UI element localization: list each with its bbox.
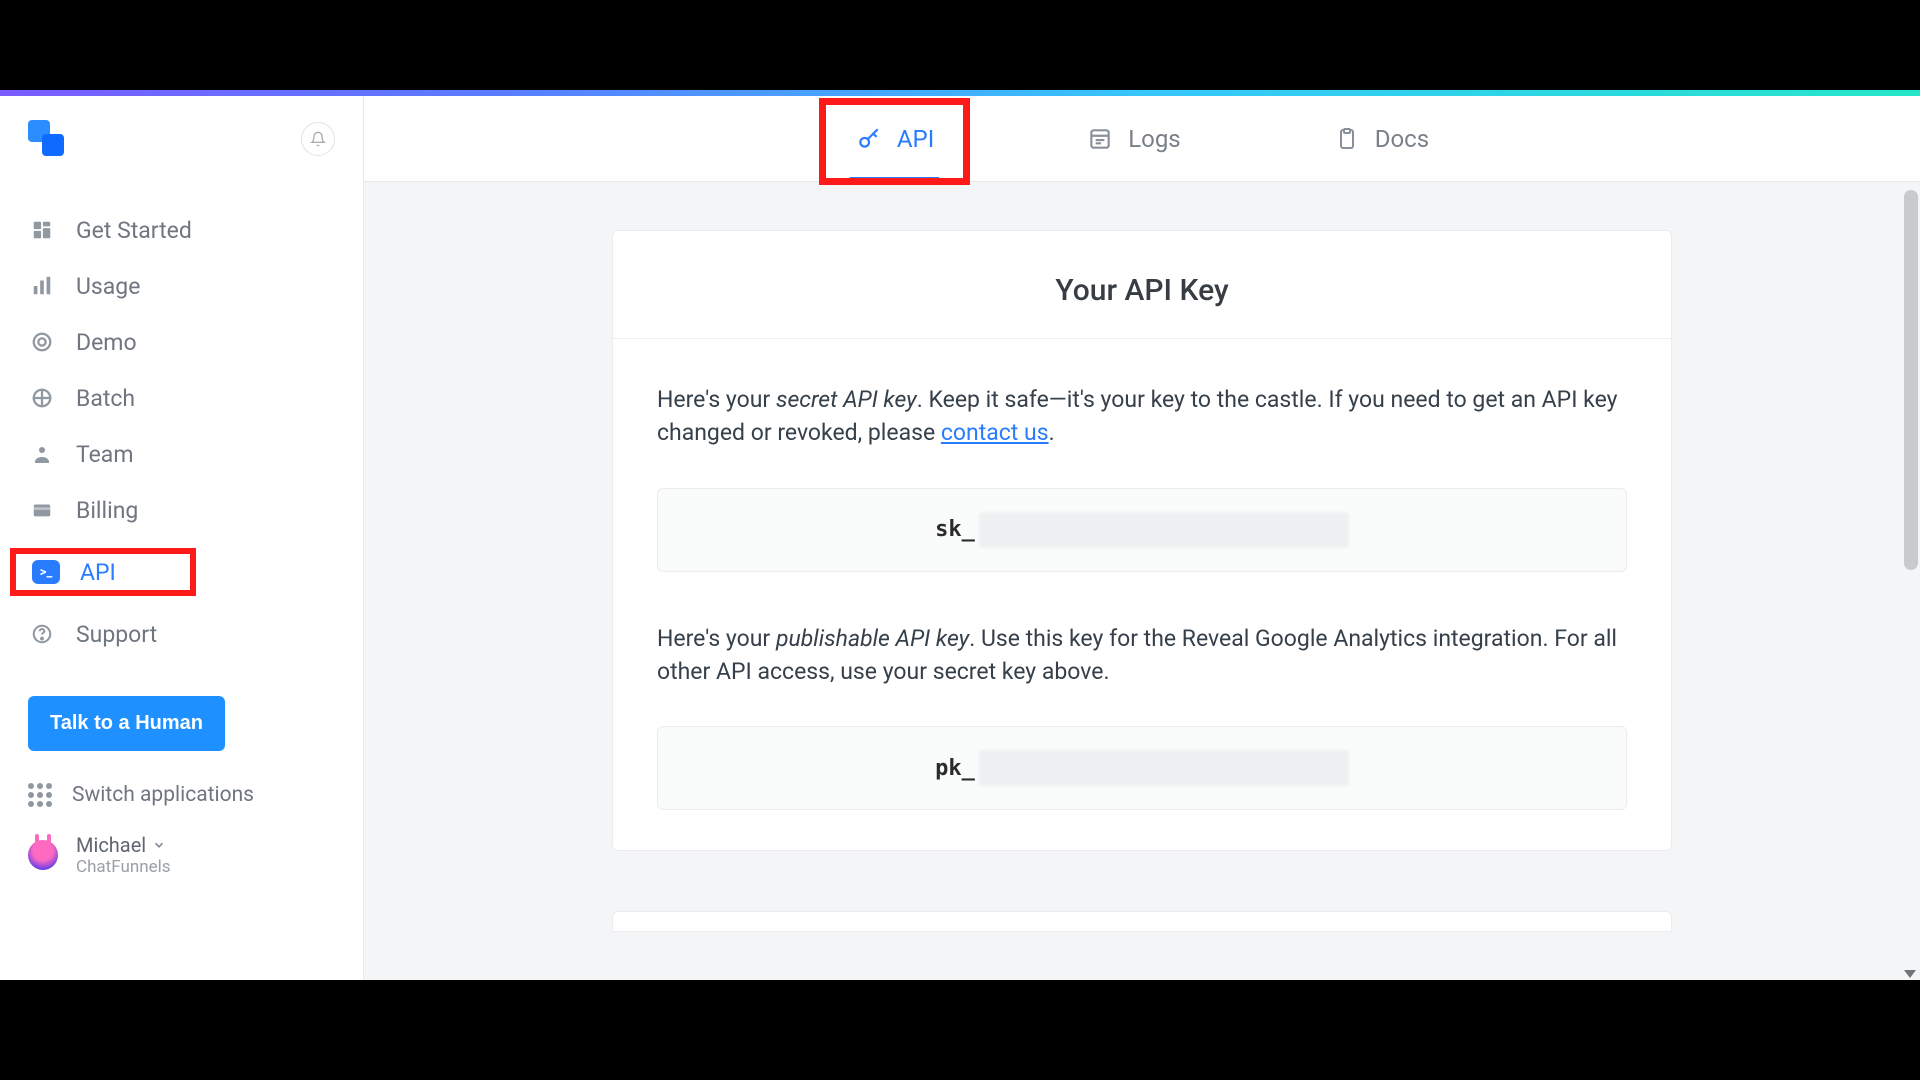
switch-applications-label: Switch applications — [72, 783, 254, 807]
tab-label: API — [897, 125, 934, 153]
contact-us-link[interactable]: contact us — [941, 419, 1049, 446]
scroll-down-icon[interactable] — [1904, 970, 1916, 978]
main: API Logs Docs — [364, 96, 1920, 980]
sidebar-nav: Get Started Usage Demo — [0, 216, 363, 648]
logo[interactable] — [28, 120, 66, 158]
notifications-button[interactable] — [301, 122, 335, 156]
sidebar-item-label: API — [80, 559, 116, 586]
avatar — [28, 840, 58, 870]
tab-label: Docs — [1375, 125, 1429, 153]
sidebar-item-label: Billing — [76, 497, 138, 524]
apps-grid-icon — [28, 783, 52, 807]
next-card-peek — [612, 911, 1672, 932]
tab-label: Logs — [1128, 125, 1180, 153]
secret-key-prefix: sk_ — [935, 517, 975, 542]
publishable-key-description: Here's your publishable API key. Use thi… — [613, 572, 1671, 693]
sidebar-item-team[interactable]: Team — [28, 440, 335, 468]
terminal-icon: >_ — [32, 558, 60, 586]
sidebar-item-support[interactable]: Support — [28, 620, 335, 648]
talk-to-human-button[interactable]: Talk to a Human — [28, 696, 225, 751]
scrollbar[interactable] — [1900, 182, 1920, 980]
secret-key-field[interactable]: sk_ — [657, 488, 1627, 572]
sidebar-item-get-started[interactable]: Get Started — [28, 216, 335, 244]
docs-icon — [1333, 125, 1361, 153]
tab-docs[interactable]: Docs — [1327, 96, 1435, 181]
target-icon — [28, 328, 56, 356]
user-name: Michael — [76, 833, 146, 857]
redacted-value — [979, 750, 1349, 786]
sidebar-item-api[interactable]: >_ API — [32, 558, 331, 586]
tab-api[interactable]: API — [849, 96, 940, 181]
sidebar-item-demo[interactable]: Demo — [28, 328, 335, 356]
logs-icon — [1086, 125, 1114, 153]
secret-key-description: Here's your secret API key. Keep it safe… — [613, 339, 1671, 454]
publishable-key-field[interactable]: pk_ — [657, 726, 1627, 810]
sidebar: Get Started Usage Demo — [0, 96, 364, 980]
sidebar-item-label: Team — [76, 441, 134, 468]
app-window: Get Started Usage Demo — [0, 90, 1920, 980]
user-menu[interactable]: Michael ChatFunnels — [0, 829, 363, 877]
switch-applications[interactable]: Switch applications — [0, 775, 363, 829]
sidebar-item-usage[interactable]: Usage — [28, 272, 335, 300]
api-key-card: Your API Key Here's your secret API key.… — [612, 230, 1672, 851]
sidebar-item-batch[interactable]: Batch — [28, 384, 335, 412]
dashboard-icon — [28, 216, 56, 244]
redacted-value — [979, 512, 1349, 548]
sidebar-item-label: Support — [76, 621, 157, 648]
highlight-box — [819, 98, 970, 185]
help-icon — [28, 620, 56, 648]
billing-icon — [28, 496, 56, 524]
bar-chart-icon — [28, 272, 56, 300]
sidebar-item-label: Usage — [76, 273, 140, 300]
chevron-down-icon — [152, 838, 166, 852]
topbar: API Logs Docs — [364, 96, 1920, 182]
key-icon — [855, 125, 883, 153]
grid4-icon — [28, 384, 56, 412]
sidebar-item-label: Demo — [76, 329, 137, 356]
sidebar-item-label: Get Started — [76, 217, 192, 244]
user-org: ChatFunnels — [76, 857, 171, 877]
sidebar-item-billing[interactable]: Billing — [28, 496, 335, 524]
publishable-key-prefix: pk_ — [935, 756, 975, 781]
team-icon — [28, 440, 56, 468]
scrollbar-thumb[interactable] — [1904, 190, 1918, 570]
sidebar-item-label: Batch — [76, 385, 135, 412]
content: Your API Key Here's your secret API key.… — [364, 182, 1920, 980]
card-title: Your API Key — [645, 273, 1639, 308]
tab-logs[interactable]: Logs — [1080, 96, 1186, 181]
